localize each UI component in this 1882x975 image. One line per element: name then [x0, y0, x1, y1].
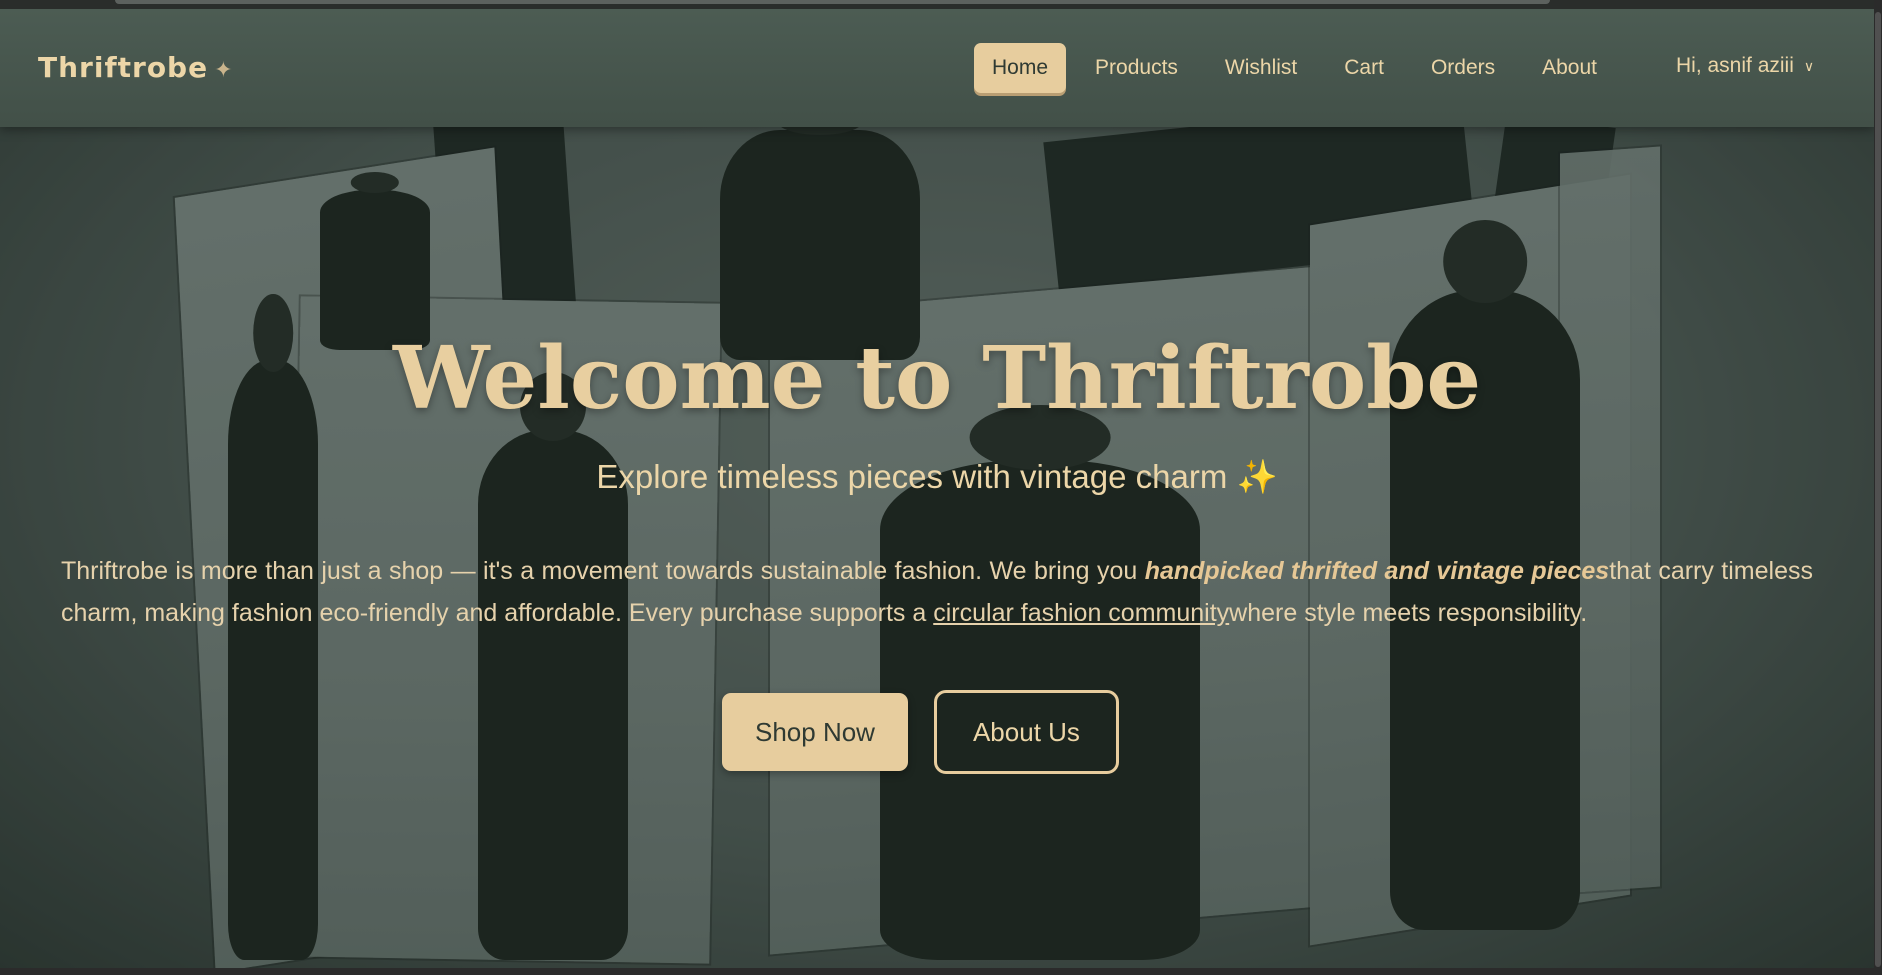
nav-links: Home Products Wishlist Cart Orders About	[974, 43, 1626, 93]
hero-actions: Shop Now About Us	[722, 690, 1119, 774]
page-scrollbar[interactable]	[1874, 0, 1882, 975]
circular-fashion-link[interactable]: circular fashion community	[933, 599, 1229, 627]
desc-emphasis: handpicked thrifted and vintage pieces	[1144, 557, 1610, 585]
nav-link-products[interactable]: Products	[1077, 43, 1196, 93]
navbar: Thriftrobe ✦ Home Products Wishlist Cart …	[0, 9, 1874, 127]
nav-link-about[interactable]: About	[1524, 43, 1615, 93]
browser-top-strip	[0, 0, 1882, 9]
desc-text-3: where style meets responsibility.	[1229, 599, 1588, 627]
chevron-down-icon: ∨	[1803, 57, 1815, 74]
hero-subtitle: Explore timeless pieces with vintage cha…	[596, 458, 1278, 495]
shop-now-button[interactable]: Shop Now	[722, 693, 908, 771]
user-menu[interactable]: Hi, asnif aziii ∨	[1676, 54, 1814, 78]
browser-bottom-strip	[0, 968, 1882, 975]
user-greeting: Hi, asnif aziii	[1676, 54, 1794, 77]
brand-name: Thriftrobe	[38, 51, 209, 84]
hero-title: Welcome to Thriftrobe	[392, 328, 1482, 429]
scrollbar-thumb[interactable]	[1875, 12, 1881, 967]
hero-description: Thriftrobe is more than just a shop — it…	[61, 550, 1813, 634]
nav-link-orders[interactable]: Orders	[1413, 43, 1513, 93]
page-viewport: Welcome to Thriftrobe Explore timeless p…	[0, 0, 1874, 968]
nav-link-wishlist[interactable]: Wishlist	[1207, 43, 1315, 93]
browser-address-bar-edge	[115, 0, 1550, 4]
sparkle-icon: ✦	[214, 58, 234, 83]
nav-link-cart[interactable]: Cart	[1326, 43, 1402, 93]
about-us-button[interactable]: About Us	[933, 690, 1119, 774]
desc-text-1: Thriftrobe is more than just a shop — it…	[61, 557, 1145, 585]
brand-logo[interactable]: Thriftrobe ✦	[38, 51, 234, 84]
nav-link-home[interactable]: Home	[974, 43, 1067, 93]
